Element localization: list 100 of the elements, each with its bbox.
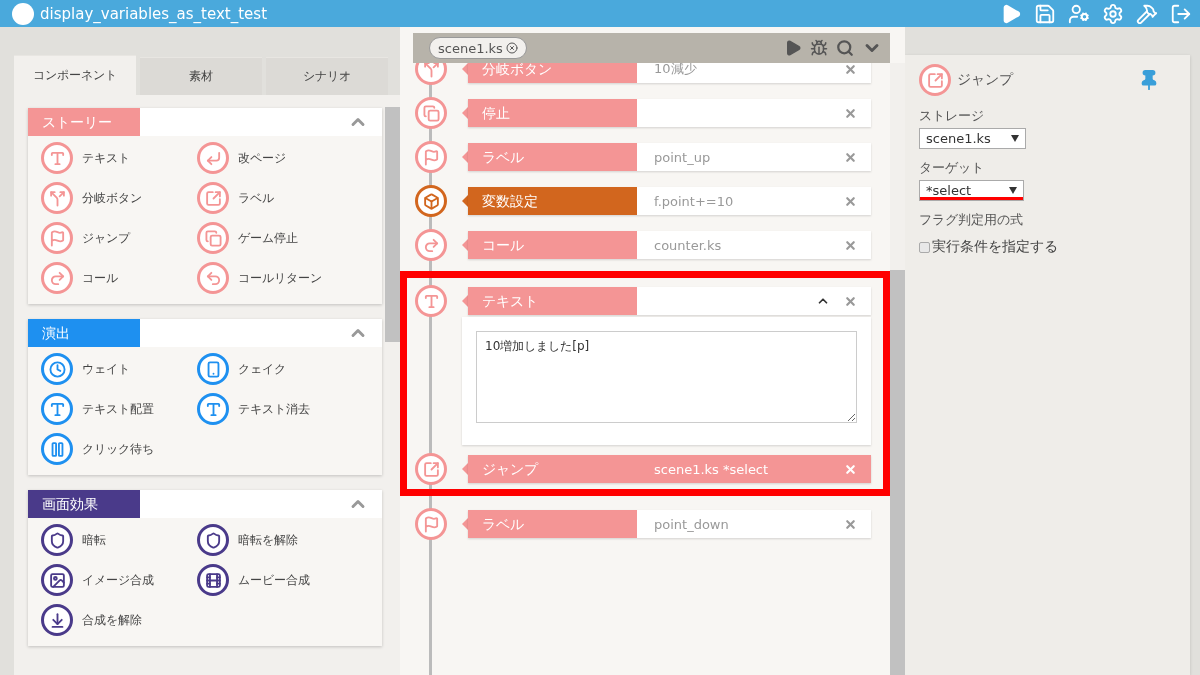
delete-button[interactable] (844, 63, 857, 76)
component-icon (41, 393, 73, 425)
component-item[interactable]: テキスト (41, 142, 197, 174)
close-icon (844, 106, 857, 120)
component-icon (197, 353, 229, 385)
field-label: ストレージ (919, 107, 985, 125)
close-icon (844, 63, 857, 76)
timeline-row[interactable]: 変数設定 f.point+=10 (468, 187, 871, 215)
close-icon (844, 294, 857, 308)
component-item[interactable]: ウェイト (41, 353, 197, 385)
section-title: 演出 (28, 319, 140, 347)
close-icon (844, 462, 857, 476)
run-button[interactable] (784, 39, 802, 57)
row-label: ラベル (468, 510, 637, 538)
component-icon (41, 262, 73, 294)
dropdown[interactable]: *select (919, 180, 1024, 201)
checkbox-label: 実行条件を指定する (932, 238, 1058, 256)
component-item[interactable]: 合成を解除 (41, 604, 197, 636)
row-value: f.point+=10 (653, 193, 735, 209)
timeline-node-icon (415, 508, 447, 540)
component-item[interactable]: クリック待ち (41, 433, 197, 465)
section-title: 画面効果 (28, 490, 140, 518)
component-icon (41, 182, 73, 214)
component-icon (41, 604, 73, 636)
search-button[interactable] (836, 39, 854, 57)
caret-down-icon (1009, 187, 1017, 194)
component-item[interactable]: テキスト配置 (41, 393, 197, 425)
delete-button[interactable] (844, 106, 857, 120)
field-label: ターゲット (919, 159, 985, 177)
delete-button[interactable] (844, 462, 857, 476)
component-item[interactable]: コールリターン (197, 262, 367, 294)
component-item[interactable]: クェイク (197, 353, 367, 385)
delete-button[interactable] (844, 517, 857, 531)
timeline-node-icon (415, 453, 447, 485)
save-button[interactable] (1034, 2, 1056, 25)
component-icon (197, 182, 229, 214)
file-tab[interactable]: scene1.ks (429, 37, 527, 59)
component-item[interactable]: 暗転 (41, 524, 197, 556)
text-input-field[interactable]: 10増加しました[p] (476, 331, 857, 423)
component-item[interactable]: 改ページ (197, 142, 367, 174)
component-item[interactable]: ラベル (197, 182, 367, 214)
panel-tab[interactable]: 素材 (140, 57, 262, 95)
timeline-node-icon (415, 97, 447, 129)
delete-button[interactable] (844, 294, 857, 308)
user-settings-button[interactable] (1068, 2, 1090, 25)
close-icon (844, 238, 857, 252)
component-icon (197, 262, 229, 294)
section-title: ストーリー (28, 108, 140, 136)
delete-button[interactable] (844, 194, 857, 208)
panel-tab[interactable]: コンポーネント (14, 55, 136, 95)
component-item[interactable]: ジャンプ (41, 222, 197, 254)
component-icon (197, 564, 229, 596)
properties-title: ジャンプ (957, 71, 1015, 89)
component-item[interactable]: 暗転を解除 (197, 524, 367, 556)
delete-button[interactable] (844, 150, 857, 164)
component-icon (197, 524, 229, 556)
close-icon (505, 42, 518, 54)
exit-button[interactable] (1170, 2, 1192, 25)
row-value: point_up (653, 149, 712, 165)
row-label: ラベル (468, 143, 637, 171)
component-icon (41, 524, 73, 556)
close-icon (844, 194, 857, 208)
row-label: テキスト (468, 287, 637, 315)
component-icon (41, 222, 73, 254)
component-item[interactable]: テキスト消去 (197, 393, 367, 425)
row-value: counter.ks (653, 237, 723, 253)
dropdown[interactable]: scene1.ks (919, 128, 1026, 149)
row-value: point_down (653, 516, 730, 532)
delete-button[interactable] (844, 238, 857, 252)
row-label: 変数設定 (468, 187, 637, 215)
row-label: ジャンプ (468, 455, 637, 483)
caret-down-icon (1010, 135, 1019, 142)
timeline-node-icon (415, 229, 447, 261)
component-item[interactable]: イメージ合成 (41, 564, 197, 596)
checkbox[interactable] (919, 241, 930, 253)
build-button[interactable] (1136, 2, 1158, 25)
component-icon (197, 142, 229, 174)
settings-button[interactable] (1102, 2, 1124, 25)
component-item[interactable]: 分岐ボタン (41, 182, 197, 214)
jump-icon (919, 64, 951, 96)
close-icon (844, 150, 857, 164)
component-item[interactable]: コール (41, 262, 197, 294)
component-icon (41, 353, 73, 385)
component-icon (41, 564, 73, 596)
component-icon (41, 142, 73, 174)
component-icon (41, 433, 73, 465)
row-label: コール (468, 231, 637, 259)
panel-tab[interactable]: シナリオ (266, 57, 388, 95)
component-item[interactable]: ムービー合成 (197, 564, 367, 596)
timeline-node-icon (415, 185, 447, 217)
scrollbar[interactable] (890, 63, 905, 675)
field-label: フラグ判定用の式 (919, 211, 1024, 229)
component-item[interactable]: ゲーム停止 (197, 222, 367, 254)
close-icon (844, 517, 857, 531)
timeline-node-icon (415, 141, 447, 173)
row-label: 分岐ボタン (468, 63, 637, 83)
component-icon (197, 393, 229, 425)
component-icon (197, 222, 229, 254)
debug-button[interactable] (810, 39, 828, 57)
timeline-node-icon (415, 285, 447, 317)
